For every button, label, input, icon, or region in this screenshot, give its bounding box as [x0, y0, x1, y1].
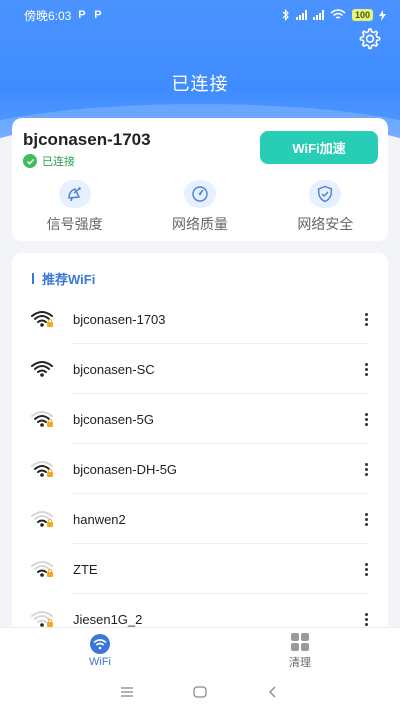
wifi-icon: [90, 633, 110, 654]
satellite-dish-icon: [58, 180, 91, 208]
wifi-signal-icon: [31, 511, 53, 527]
tab-label: 清理: [289, 656, 311, 669]
connected-ssid: bjconasen-1703: [23, 130, 151, 149]
charging-icon: [379, 9, 386, 21]
recommended-wifi-card: 推荐WiFi bjconasen-1703 bjconasen-SC bjconas…: [12, 253, 388, 633]
tab-wifi[interactable]: WiFi: [0, 628, 200, 673]
wifi-network-name: bjconasen-SC: [73, 361, 155, 377]
wifi-boost-button[interactable]: WiFi加速: [260, 131, 378, 164]
wifi-list-item[interactable]: bjconasen-DH-5G: [12, 444, 388, 494]
section-title: 推荐WiFi: [32, 269, 95, 288]
system-nav-bar: [0, 673, 400, 711]
cell-signal-icon: [295, 10, 307, 20]
more-options-icon[interactable]: [354, 507, 378, 531]
metric-network-quality[interactable]: 网络质量: [137, 180, 262, 234]
wifi-list-item[interactable]: bjconasen-5G: [12, 394, 388, 444]
wifi-list-item[interactable]: ZTE: [12, 544, 388, 594]
connection-card: bjconasen-1703 已连接 WiFi加速 信号强度 网络质量 网络安全: [12, 118, 388, 241]
shield-icon: [309, 180, 342, 208]
notification-badge-icon: P: [94, 9, 102, 21]
home-icon[interactable]: [189, 681, 211, 703]
more-options-icon[interactable]: [354, 357, 378, 381]
check-icon: [23, 154, 37, 168]
status-bar-right: 100: [282, 9, 386, 21]
tab-clean[interactable]: 清理: [200, 628, 400, 673]
wifi-status-icon: [330, 9, 346, 19]
grid-icon: [291, 632, 309, 651]
metric-label: 网络安全: [297, 216, 354, 232]
connection-status: 已连接: [23, 153, 75, 169]
wifi-list-item[interactable]: hanwen2: [12, 494, 388, 544]
wifi-list: bjconasen-1703 bjconasen-SC bjconasen-5G bj…: [12, 294, 388, 633]
wifi-signal-icon: [31, 361, 53, 377]
section-title-marker: [32, 273, 34, 284]
wifi-signal-icon: [31, 311, 53, 327]
wifi-list-item[interactable]: bjconasen-1703: [12, 294, 388, 344]
wifi-signal-icon: [31, 411, 53, 427]
more-options-icon[interactable]: [354, 407, 378, 431]
menu-icon[interactable]: [116, 681, 138, 703]
metric-network-security[interactable]: 网络安全: [263, 180, 388, 234]
wifi-network-name: Jiesen1G_2: [73, 611, 143, 627]
battery-icon: 100: [351, 9, 373, 21]
wifi-network-name: bjconasen-1703: [73, 311, 166, 327]
tab-label: WiFi: [89, 655, 111, 668]
metric-signal-strength[interactable]: 信号强度: [12, 180, 137, 234]
notification-badge-icon: P: [78, 9, 86, 21]
metric-label: 信号强度: [46, 216, 103, 232]
wifi-network-name: bjconasen-DH-5G: [73, 461, 178, 477]
cell-signal-icon: [312, 10, 324, 20]
status-time: 傍晚6:03: [24, 8, 72, 23]
section-title-label: 推荐WiFi: [42, 272, 96, 287]
status-bar-left: 傍晚6:03 P P: [24, 7, 103, 24]
speedometer-icon: [183, 180, 216, 208]
bottom-tab-bar: WiFi 清理: [0, 627, 400, 673]
wifi-network-name: hanwen2: [73, 511, 126, 527]
wifi-signal-icon: [31, 611, 53, 627]
back-icon[interactable]: [262, 681, 284, 703]
status-bar: 傍晚6:03 P P 100: [0, 0, 400, 30]
wifi-signal-icon: [31, 461, 53, 477]
wifi-network-name: bjconasen-5G: [73, 411, 154, 427]
more-options-icon[interactable]: [354, 557, 378, 581]
page-title: 已连接: [171, 74, 229, 94]
settings-gear-icon[interactable]: [356, 26, 382, 52]
bluetooth-icon: [282, 9, 289, 21]
wifi-list-item[interactable]: bjconasen-SC: [12, 344, 388, 394]
metric-label: 网络质量: [171, 216, 228, 232]
more-options-icon[interactable]: [354, 457, 378, 481]
more-options-icon[interactable]: [354, 307, 378, 331]
wifi-signal-icon: [31, 561, 53, 577]
connection-status-label: 已连接: [42, 156, 75, 168]
metrics-row: 信号强度 网络质量 网络安全: [12, 180, 388, 234]
wifi-network-name: ZTE: [73, 561, 98, 577]
